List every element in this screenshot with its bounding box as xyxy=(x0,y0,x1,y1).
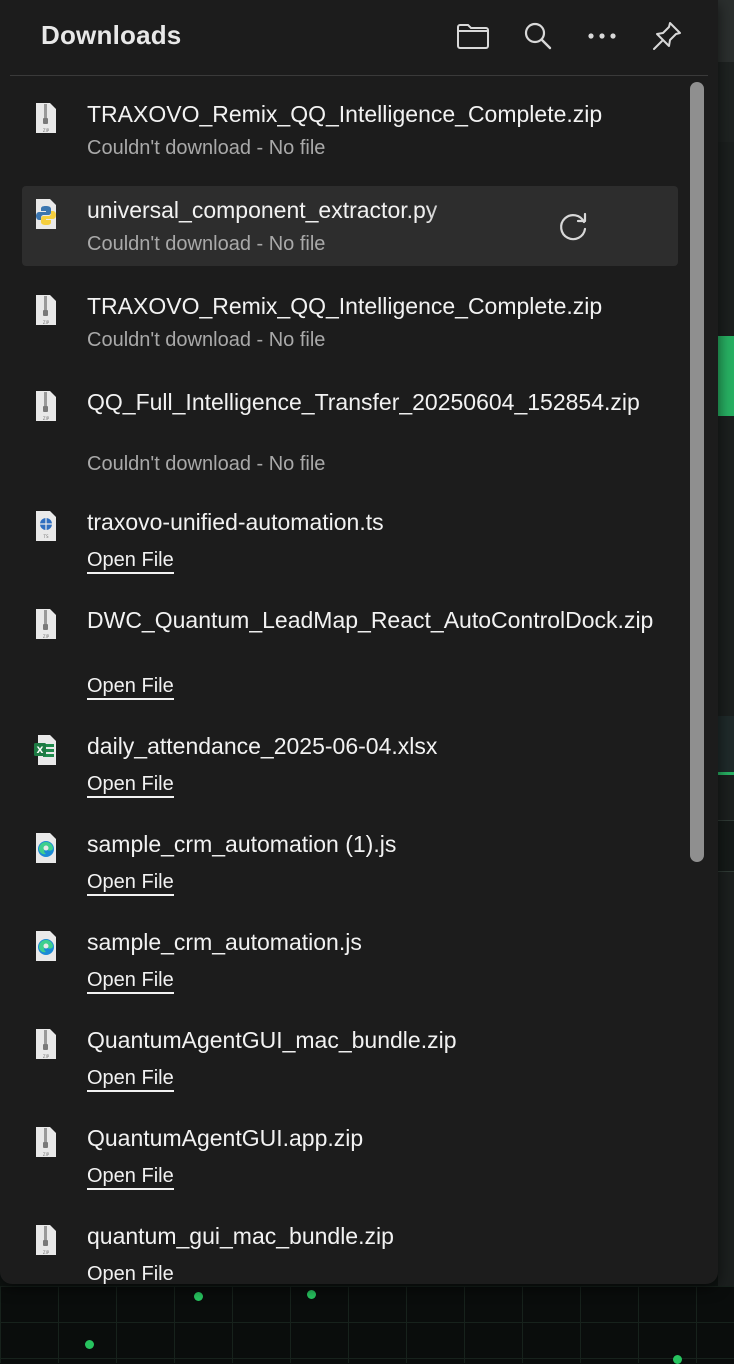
open-file-link[interactable]: Open File xyxy=(87,871,174,896)
pin-icon xyxy=(653,22,681,50)
download-item[interactable]: ZIP QQ_Full_Intelligence_Transfer_202506… xyxy=(22,378,678,482)
folder-icon xyxy=(457,24,489,49)
open-file-link[interactable]: Open File xyxy=(87,969,174,994)
zip-file-icon: ZIP xyxy=(36,295,56,325)
background-grid xyxy=(0,1286,734,1363)
zip-file-icon: ZIP xyxy=(36,1127,56,1157)
open-file-link[interactable]: Open File xyxy=(87,773,174,798)
scrollbar-thumb[interactable] xyxy=(690,82,704,862)
download-status: Couldn't download - No file xyxy=(87,233,326,255)
download-item[interactable]: universal_component_extractor.py Couldn'… xyxy=(22,186,678,266)
downloads-list: ZIP TRAXOVO_Remix_QQ_Intelligence_Comple… xyxy=(0,76,690,1284)
download-status: Couldn't download - No file xyxy=(87,329,326,351)
search-button[interactable] xyxy=(518,16,558,56)
zip-file-icon: ZIP xyxy=(36,103,56,133)
download-status: Couldn't download - No file xyxy=(87,137,326,159)
zip-file-icon: ZIP xyxy=(36,1225,56,1255)
svg-text:ZIP: ZIP xyxy=(43,1054,50,1059)
open-file-link[interactable]: Open File xyxy=(87,549,174,574)
svg-text:ZIP: ZIP xyxy=(43,320,50,325)
download-item[interactable]: sample_crm_automation (1).js Open File xyxy=(22,820,678,904)
downloads-header: Downloads xyxy=(0,0,718,76)
python-file-icon xyxy=(36,199,56,229)
download-item[interactable]: ZIP quantum_gui_mac_bundle.zip Open File xyxy=(22,1212,678,1284)
svg-text:X: X xyxy=(37,746,44,756)
svg-text:ZIP: ZIP xyxy=(43,1250,50,1255)
zip-file-icon: ZIP xyxy=(36,391,56,421)
svg-text:ZIP: ZIP xyxy=(43,128,50,133)
background-editor-strip xyxy=(718,0,734,1290)
background-dot xyxy=(194,1292,203,1301)
download-item[interactable]: ZIP QuantumAgentGUI.app.zip Open File xyxy=(22,1114,678,1198)
excel-file-icon: X xyxy=(34,735,56,765)
svg-text:TS: TS xyxy=(43,534,49,539)
panel-title: Downloads xyxy=(41,20,182,50)
open-file-link[interactable]: Open File xyxy=(87,1165,174,1190)
search-icon xyxy=(524,22,552,50)
file-name: QQ_Full_Intelligence_Transfer_20250604_1… xyxy=(87,389,640,415)
more-options-button[interactable] xyxy=(582,16,622,56)
edge-file-icon xyxy=(36,931,56,961)
file-name: traxovo-unified-automation.ts xyxy=(87,509,384,535)
background-dot xyxy=(85,1340,94,1349)
open-folder-button[interactable] xyxy=(453,16,493,56)
retry-icon[interactable] xyxy=(556,208,592,244)
ts-file-icon: TS xyxy=(36,511,56,541)
download-item[interactable]: sample_crm_automation.js Open File xyxy=(22,918,678,1002)
more-icon xyxy=(588,33,616,39)
name-fade xyxy=(422,186,512,266)
file-name: DWC_Quantum_LeadMap_React_AutoControlDoc… xyxy=(87,607,654,633)
svg-text:ZIP: ZIP xyxy=(43,1152,50,1157)
pin-button[interactable] xyxy=(647,16,687,56)
zip-file-icon: ZIP xyxy=(36,1029,56,1059)
zip-file-icon: ZIP xyxy=(36,609,56,639)
download-item[interactable]: ZIP DWC_Quantum_LeadMap_React_AutoContro… xyxy=(22,596,678,706)
downloads-panel: Downloads ZIP TRAXOVO_Remix_QQ_Intellige… xyxy=(0,0,718,1284)
file-name: quantum_gui_mac_bundle.zip xyxy=(87,1223,394,1249)
file-name: TRAXOVO_Remix_QQ_Intelligence_Complete.z… xyxy=(87,101,603,127)
file-name: sample_crm_automation (1).js xyxy=(87,831,397,857)
open-file-link[interactable]: Open File xyxy=(87,675,174,700)
download-item[interactable]: TS traxovo-unified-automation.ts Open Fi… xyxy=(22,498,678,582)
download-item[interactable]: ZIP TRAXOVO_Remix_QQ_Intelligence_Comple… xyxy=(22,282,678,362)
background-dot xyxy=(307,1290,316,1299)
file-name: sample_crm_automation.js xyxy=(87,929,362,955)
svg-text:ZIP: ZIP xyxy=(43,416,50,421)
file-name: QuantumAgentGUI_mac_bundle.zip xyxy=(87,1027,457,1053)
download-status: Couldn't download - No file xyxy=(87,453,326,475)
file-name: TRAXOVO_Remix_QQ_Intelligence_Complete.z… xyxy=(87,293,603,319)
svg-text:ZIP: ZIP xyxy=(43,634,50,639)
file-name: daily_attendance_2025-06-04.xlsx xyxy=(87,733,438,759)
edge-file-icon xyxy=(36,833,56,863)
open-file-link[interactable]: Open File xyxy=(87,1067,174,1092)
open-file-link[interactable]: Open File xyxy=(87,1263,174,1284)
download-item[interactable]: X daily_attendance_2025-06-04.xlsx Open … xyxy=(22,722,678,806)
download-item[interactable]: ZIP QuantumAgentGUI_mac_bundle.zip Open … xyxy=(22,1016,678,1100)
file-name: QuantumAgentGUI.app.zip xyxy=(87,1125,364,1151)
download-item[interactable]: ZIP TRAXOVO_Remix_QQ_Intelligence_Comple… xyxy=(22,90,678,170)
